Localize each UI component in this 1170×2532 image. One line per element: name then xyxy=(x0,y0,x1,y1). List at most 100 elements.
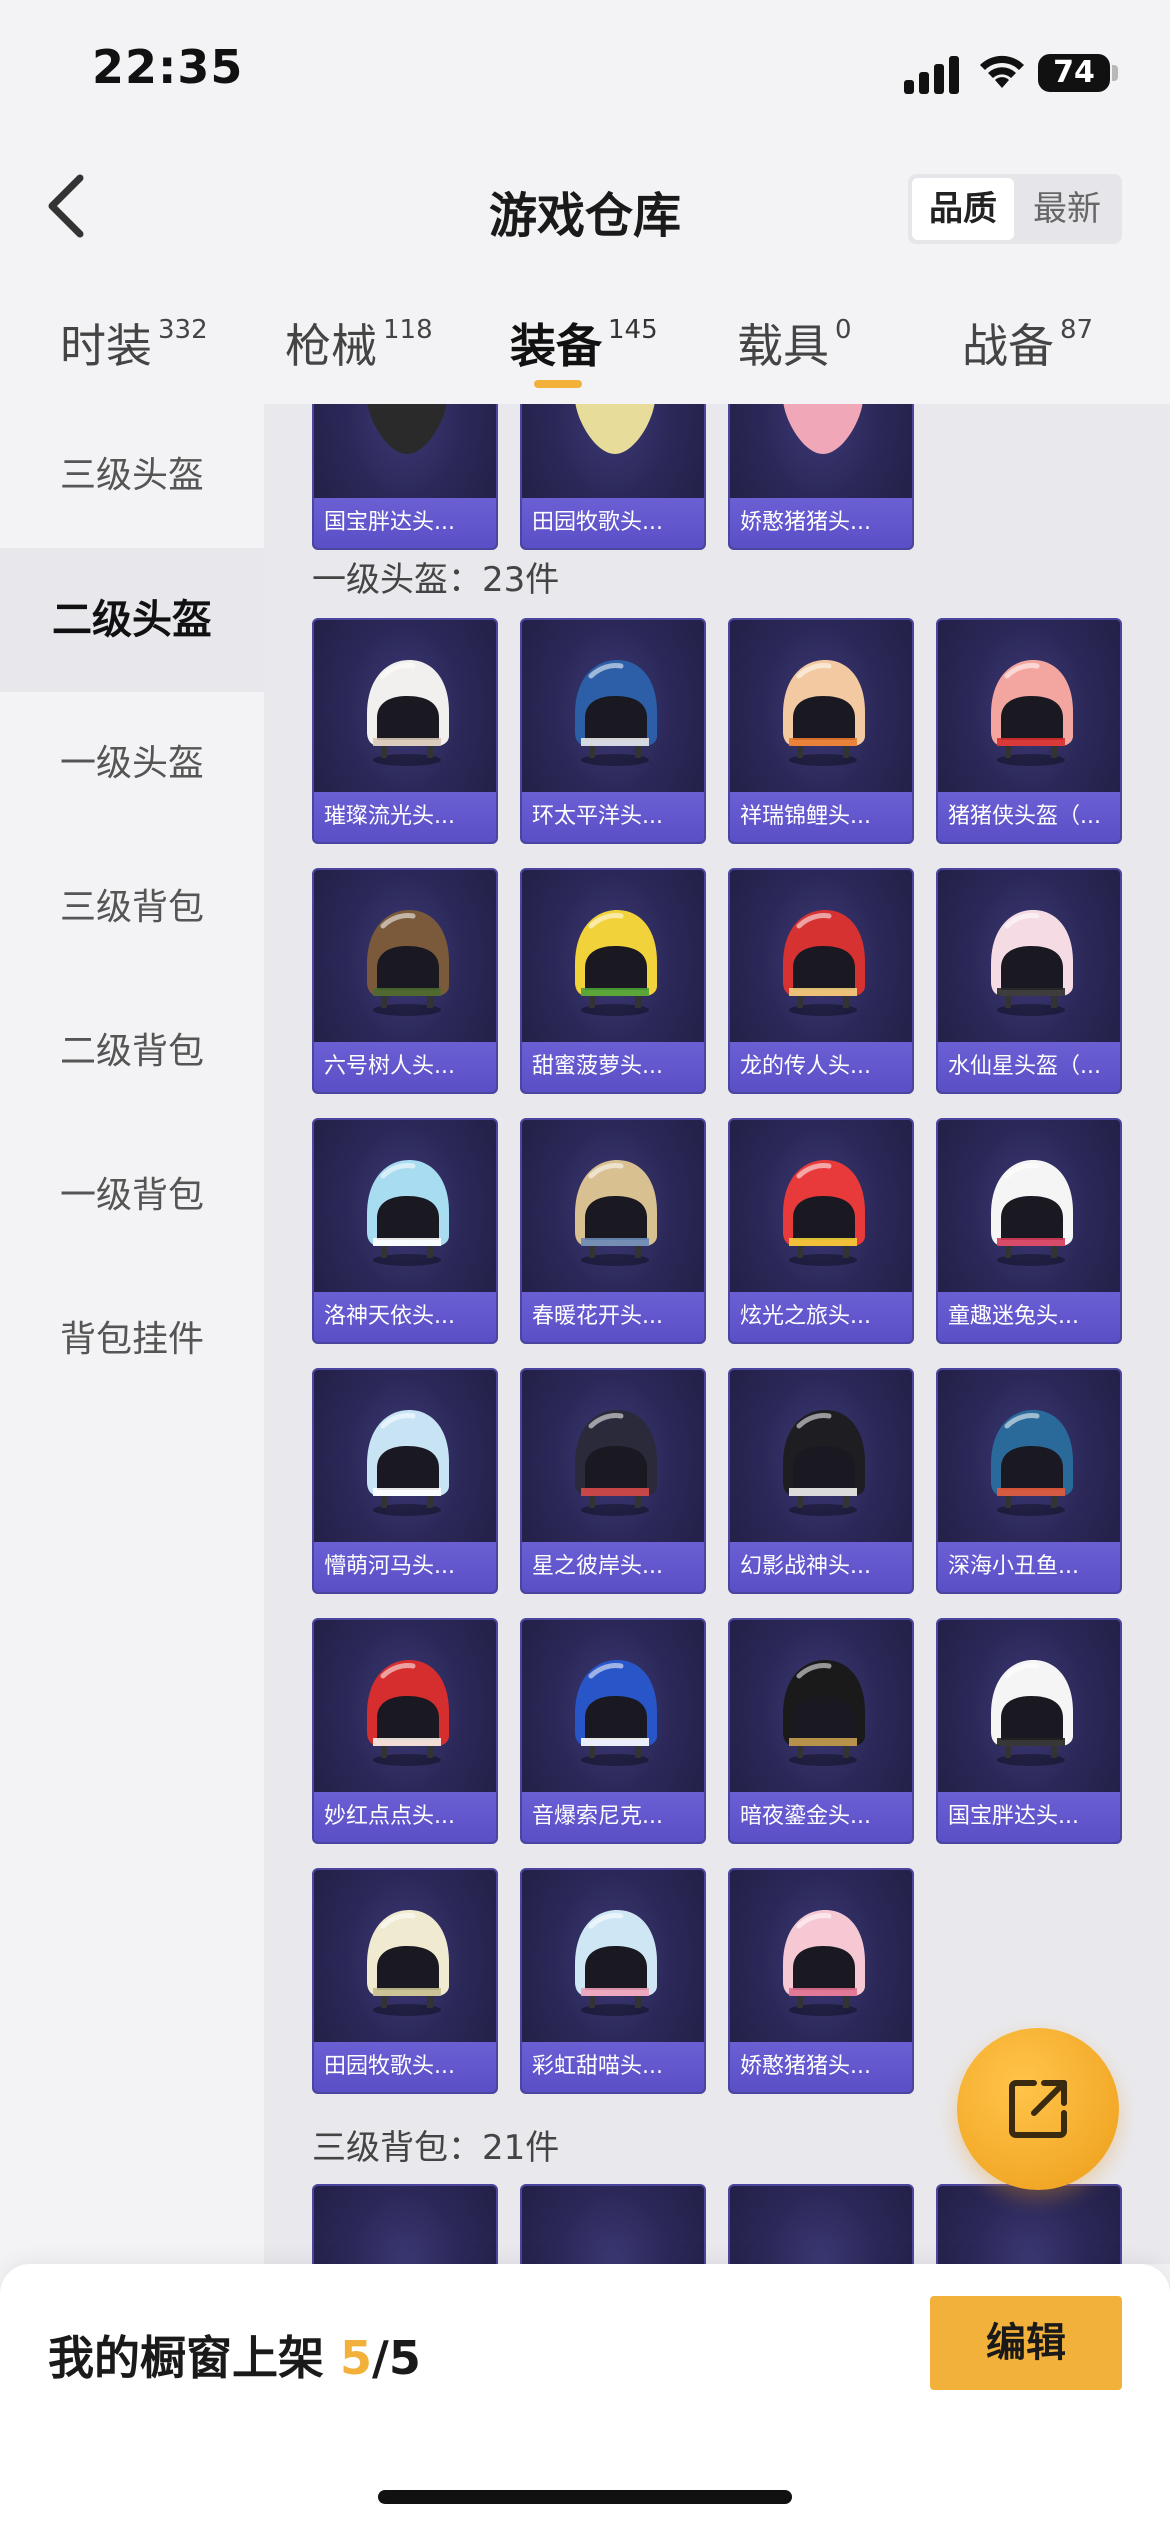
tab-firearms[interactable]: 枪械 118 xyxy=(285,310,433,376)
item-card[interactable]: 娇憨猪猪头... xyxy=(728,1868,914,2094)
helmet-icon xyxy=(367,660,449,766)
helmet-icon xyxy=(575,660,657,766)
item-name: 炫光之旅头... xyxy=(730,1292,912,1342)
sidebar-item-level3-helmet[interactable]: 三级头盔 xyxy=(0,404,264,548)
item-card[interactable]: 璀璨流光头... xyxy=(312,618,498,844)
helmet-icon xyxy=(991,660,1073,766)
helmet-icon xyxy=(575,1160,657,1266)
item-card[interactable]: 娇憨猪猪头... xyxy=(728,404,914,550)
item-card[interactable]: 国宝胖达头... xyxy=(312,404,498,550)
item-card[interactable]: 幻影战神头... xyxy=(728,1368,914,1594)
item-card[interactable]: 懵萌河马头... xyxy=(312,1368,498,1594)
item-card[interactable]: 彩虹甜喵头... xyxy=(520,1868,706,2094)
item-name: 彩虹甜喵头... xyxy=(522,2042,704,2092)
sidebar-item-level2-helmet[interactable]: 二级头盔 xyxy=(0,548,264,692)
sidebar-item-level2-backpack[interactable]: 二级背包 xyxy=(0,980,264,1124)
tab-label: 枪械 xyxy=(285,319,377,373)
sort-toggle: 品质 最新 xyxy=(908,174,1122,244)
helmet-icon xyxy=(367,910,449,1016)
item-card[interactable]: 国宝胖达头... xyxy=(936,1618,1122,1844)
item-name: 春暖花开头... xyxy=(522,1292,704,1342)
item-card[interactable]: 妙红点点头... xyxy=(312,1618,498,1844)
helmet-icon xyxy=(783,1660,865,1766)
tab-equipment[interactable]: 装备 145 xyxy=(510,310,658,376)
shelf-used-count: 5 xyxy=(340,2331,373,2385)
tab-vehicles[interactable]: 载具 0 xyxy=(737,310,852,376)
shelf-prefix: 我的橱窗上架 xyxy=(48,2331,341,2385)
tab-label: 时装 xyxy=(60,319,152,373)
item-card[interactable]: 暗夜鎏金头... xyxy=(728,1618,914,1844)
item-card[interactable]: 田园牧歌头... xyxy=(312,1868,498,2094)
sidebar-item-backpack-charm[interactable]: 背包挂件 xyxy=(0,1268,264,1412)
item-card[interactable]: 星之彼岸头... xyxy=(520,1368,706,1594)
item-card[interactable]: 炫光之旅头... xyxy=(728,1118,914,1344)
item-card[interactable]: 猪猪侠头盔（... xyxy=(936,618,1122,844)
sidebar-item-level3-backpack[interactable]: 三级背包 xyxy=(0,836,264,980)
wifi-icon xyxy=(980,55,1024,88)
item-name: 田园牧歌头... xyxy=(314,2042,496,2092)
item-name: 懵萌河马头... xyxy=(314,1542,496,1592)
item-card[interactable] xyxy=(728,2184,914,2264)
item-name: 童趣迷兔头... xyxy=(938,1292,1120,1342)
item-card[interactable]: 水仙星头盔（... xyxy=(936,868,1122,1094)
item-card[interactable]: 洛神天依头... xyxy=(312,1118,498,1344)
item-card[interactable]: 环太平洋头... xyxy=(520,618,706,844)
helmet-icon xyxy=(783,660,865,766)
tab-supplies[interactable]: 战备 87 xyxy=(962,310,1093,376)
item-card[interactable]: 六号树人头... xyxy=(312,868,498,1094)
helmet-icon xyxy=(367,1910,449,2016)
sort-option-newest[interactable]: 最新 xyxy=(1016,178,1118,240)
item-name: 妙红点点头... xyxy=(314,1792,496,1842)
edit-button[interactable]: 编辑 xyxy=(930,2296,1122,2390)
tab-count: 118 xyxy=(383,315,433,345)
item-card[interactable] xyxy=(936,2184,1122,2264)
item-name: 娇憨猪猪头... xyxy=(730,498,912,548)
helmet-icon xyxy=(991,1160,1073,1266)
helmet-icon xyxy=(783,1160,865,1266)
sidebar-item-level1-backpack[interactable]: 一级背包 xyxy=(0,1124,264,1268)
tab-label: 战备 xyxy=(962,319,1054,373)
share-icon xyxy=(1009,2080,1067,2138)
item-card[interactable]: 音爆索尼克... xyxy=(520,1618,706,1844)
panda-helmet-icon xyxy=(367,404,447,454)
item-name: 水仙星头盔（... xyxy=(938,1042,1120,1092)
item-name: 幻影战神头... xyxy=(730,1542,912,1592)
item-card[interactable] xyxy=(312,2184,498,2264)
section-title-level1-helmet: 一级头盔：23件 xyxy=(312,560,560,600)
tab-count: 0 xyxy=(835,315,852,345)
tab-label: 载具 xyxy=(737,319,829,373)
sidebar-item-level1-helmet[interactable]: 一级头盔 xyxy=(0,692,264,836)
battery-indicator: 74 xyxy=(1038,54,1110,92)
item-name: 国宝胖达头... xyxy=(938,1792,1120,1842)
tab-fashion[interactable]: 时装 332 xyxy=(60,310,208,376)
item-grid: 国宝胖达头... 田园牧歌头... 娇憨猪猪头... 一级头盔：23件 璀璨流光… xyxy=(264,404,1170,2264)
item-card[interactable]: 祥瑞锦鲤头... xyxy=(728,618,914,844)
helmet-icon xyxy=(783,1410,865,1516)
tab-count: 145 xyxy=(608,315,658,345)
sidebar: 三级头盔 二级头盔 一级头盔 三级背包 二级背包 一级背包 背包挂件 xyxy=(0,404,264,2264)
category-tabs: 时装 332 枪械 118 装备 145 载具 0 战备 87 xyxy=(0,280,1170,404)
status-time: 22:35 xyxy=(92,40,244,94)
helmet-icon xyxy=(575,1660,657,1766)
shelf-status: 我的橱窗上架 5/5 xyxy=(48,2322,421,2388)
item-card[interactable]: 田园牧歌头... xyxy=(520,404,706,550)
tab-label: 装备 xyxy=(510,319,602,373)
item-name: 田园牧歌头... xyxy=(522,498,704,548)
item-name: 深海小丑鱼... xyxy=(938,1542,1120,1592)
item-name: 猪猪侠头盔（... xyxy=(938,792,1120,842)
item-card[interactable] xyxy=(520,2184,706,2264)
item-name: 环太平洋头... xyxy=(522,792,704,842)
item-name: 娇憨猪猪头... xyxy=(730,2042,912,2092)
helmet-icon xyxy=(991,910,1073,1016)
item-card[interactable]: 甜蜜菠萝头... xyxy=(520,868,706,1094)
item-card[interactable]: 春暖花开头... xyxy=(520,1118,706,1344)
share-button[interactable] xyxy=(957,2028,1119,2190)
item-card[interactable]: 童趣迷兔头... xyxy=(936,1118,1122,1344)
bottom-bar: 我的橱窗上架 5/5 编辑 xyxy=(0,2264,1170,2532)
item-card[interactable]: 龙的传人头... xyxy=(728,868,914,1094)
sort-option-quality[interactable]: 品质 xyxy=(912,178,1014,240)
helmet-icon xyxy=(783,910,865,1016)
item-name: 洛神天依头... xyxy=(314,1292,496,1342)
item-card[interactable]: 深海小丑鱼... xyxy=(936,1368,1122,1594)
helmet-icon xyxy=(575,910,657,1016)
